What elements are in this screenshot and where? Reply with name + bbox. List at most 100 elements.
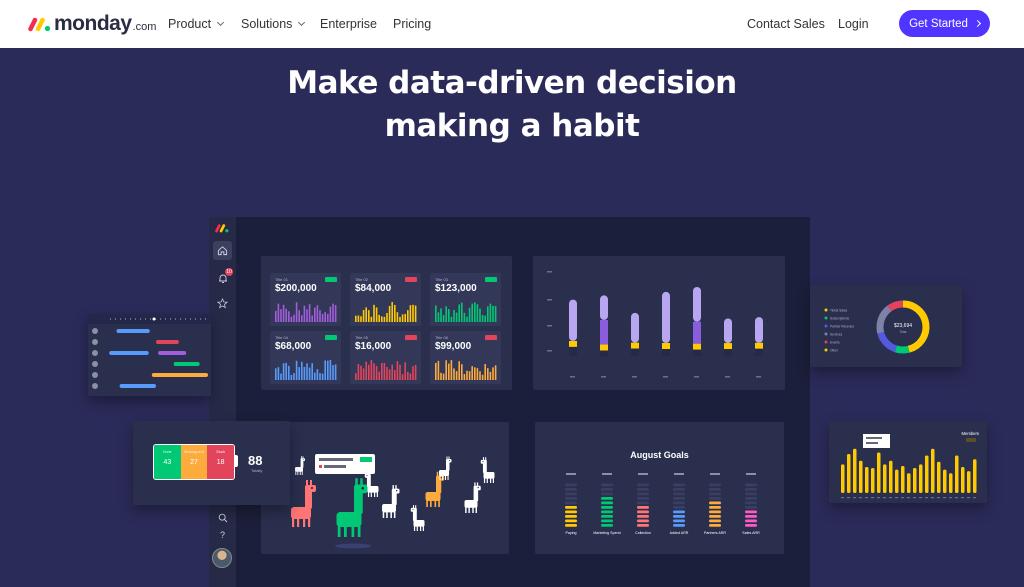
sparkbar bbox=[321, 313, 324, 322]
sparkbar-chart bbox=[355, 302, 417, 322]
sparkbar bbox=[484, 363, 486, 380]
members-bar bbox=[919, 464, 923, 493]
today-marker bbox=[152, 317, 156, 321]
goal-segment bbox=[565, 497, 577, 500]
goal-segment bbox=[565, 501, 577, 505]
stacked-bar-segment bbox=[631, 342, 639, 349]
goal-segment bbox=[565, 524, 577, 527]
goal-segment bbox=[673, 515, 685, 518]
stacked-bar-segment bbox=[724, 318, 732, 344]
goal-segment bbox=[709, 515, 721, 518]
sparkbar bbox=[280, 373, 282, 380]
nav-item-label: Solutions bbox=[241, 17, 293, 31]
stacked-bar-segment bbox=[600, 350, 608, 357]
gantt-bar[interactable] bbox=[109, 351, 149, 355]
monday-logo[interactable]: monday .com bbox=[28, 12, 156, 36]
stacked-bar-segment bbox=[693, 349, 701, 356]
battery-segment: Stuck 18 bbox=[207, 445, 234, 479]
help-icon[interactable]: ? bbox=[213, 525, 232, 544]
goal-label: Partners ARR bbox=[704, 531, 726, 535]
avatar bbox=[92, 383, 98, 389]
sparkbar bbox=[404, 313, 406, 322]
sparkbar bbox=[295, 360, 298, 380]
donut-center-label: Total bbox=[900, 330, 907, 334]
gantt-bar[interactable] bbox=[119, 384, 156, 388]
trend-up-badge bbox=[485, 277, 497, 282]
sparkbar bbox=[481, 374, 484, 380]
llama-figure bbox=[295, 456, 305, 475]
get-started-button[interactable]: Get Started bbox=[899, 10, 990, 37]
logo-suffix: .com bbox=[132, 21, 157, 33]
gantt-tick bbox=[135, 318, 136, 320]
battery-widget: Done 43 Working on it 27 Stuck 18 bbox=[153, 444, 235, 480]
goal-target bbox=[566, 473, 576, 475]
sparkbar bbox=[288, 365, 290, 380]
legend-dot bbox=[824, 308, 828, 312]
sparkbar bbox=[386, 367, 388, 380]
sparkbar bbox=[412, 366, 414, 380]
sparkbar bbox=[468, 371, 471, 380]
sparkbar-chart bbox=[355, 360, 417, 380]
sparkbar bbox=[332, 303, 334, 322]
stat-title: Title 03 bbox=[435, 277, 448, 282]
battery-segment: Working on it 27 bbox=[180, 445, 208, 479]
llama-figure bbox=[364, 471, 379, 497]
members-bar bbox=[889, 460, 893, 493]
goal-segment bbox=[673, 497, 685, 500]
gantt-bar[interactable] bbox=[173, 362, 200, 366]
gantt-bar[interactable] bbox=[151, 373, 208, 377]
sparkbar bbox=[370, 316, 373, 322]
nav-item-label: Product bbox=[168, 17, 212, 31]
gantt-bar[interactable] bbox=[116, 329, 150, 333]
notification-badge: 10 bbox=[225, 268, 233, 276]
goal-segment bbox=[709, 497, 721, 500]
members-bar bbox=[895, 469, 899, 493]
gantt-tick bbox=[205, 318, 206, 320]
nav-item-product[interactable]: Product bbox=[168, 17, 225, 31]
sparkbar bbox=[394, 369, 396, 380]
sparkbar bbox=[329, 306, 332, 322]
gantt-tick bbox=[185, 318, 186, 320]
gantt-bar[interactable] bbox=[158, 351, 187, 355]
gantt-tick bbox=[150, 318, 151, 320]
star-icon[interactable] bbox=[213, 294, 232, 313]
goal-segment bbox=[565, 506, 577, 509]
sparkbar bbox=[362, 368, 365, 380]
goal-segment bbox=[565, 483, 577, 487]
sparkbar bbox=[288, 311, 290, 322]
nav-item-pricing[interactable]: Pricing bbox=[393, 17, 431, 31]
sparkbar bbox=[355, 373, 357, 380]
stat-title: Title 02 bbox=[355, 277, 368, 282]
nav-item-solutions[interactable]: Solutions bbox=[241, 17, 306, 31]
gantt-bar[interactable] bbox=[156, 340, 179, 344]
avatar[interactable] bbox=[212, 548, 232, 568]
trend-up-badge bbox=[325, 335, 337, 340]
goal-segment bbox=[709, 524, 721, 527]
stat-card: Title 02 $84,000 bbox=[350, 273, 421, 326]
sparkbar bbox=[458, 304, 460, 322]
login-link[interactable]: Login bbox=[838, 17, 869, 31]
nav-item-enterprise[interactable]: Enterprise bbox=[320, 17, 377, 31]
avatar bbox=[92, 328, 98, 334]
home-icon[interactable] bbox=[213, 241, 232, 260]
contact-sales-link[interactable]: Contact Sales bbox=[747, 17, 825, 31]
stat-card: Title 01 $200,000 bbox=[270, 273, 341, 326]
sparkbar bbox=[442, 315, 445, 322]
members-bar bbox=[859, 460, 863, 493]
llama-figure bbox=[382, 485, 400, 518]
members-bar bbox=[841, 464, 845, 493]
sparkbar bbox=[373, 363, 375, 380]
get-started-label: Get Started bbox=[909, 17, 968, 30]
gantt-tick bbox=[145, 318, 146, 320]
nav-item-label: Enterprise bbox=[320, 17, 377, 31]
legend-label: Partner Revenue bbox=[830, 324, 854, 328]
goal-segment bbox=[565, 492, 577, 496]
axis-tick bbox=[632, 376, 637, 378]
sparkbar bbox=[401, 374, 404, 380]
sparkbar bbox=[463, 374, 466, 380]
members-bar bbox=[931, 448, 935, 493]
goal-segment bbox=[565, 515, 577, 518]
members-bar bbox=[913, 468, 917, 493]
sparkbar bbox=[445, 306, 447, 322]
sparkbar bbox=[461, 364, 463, 380]
